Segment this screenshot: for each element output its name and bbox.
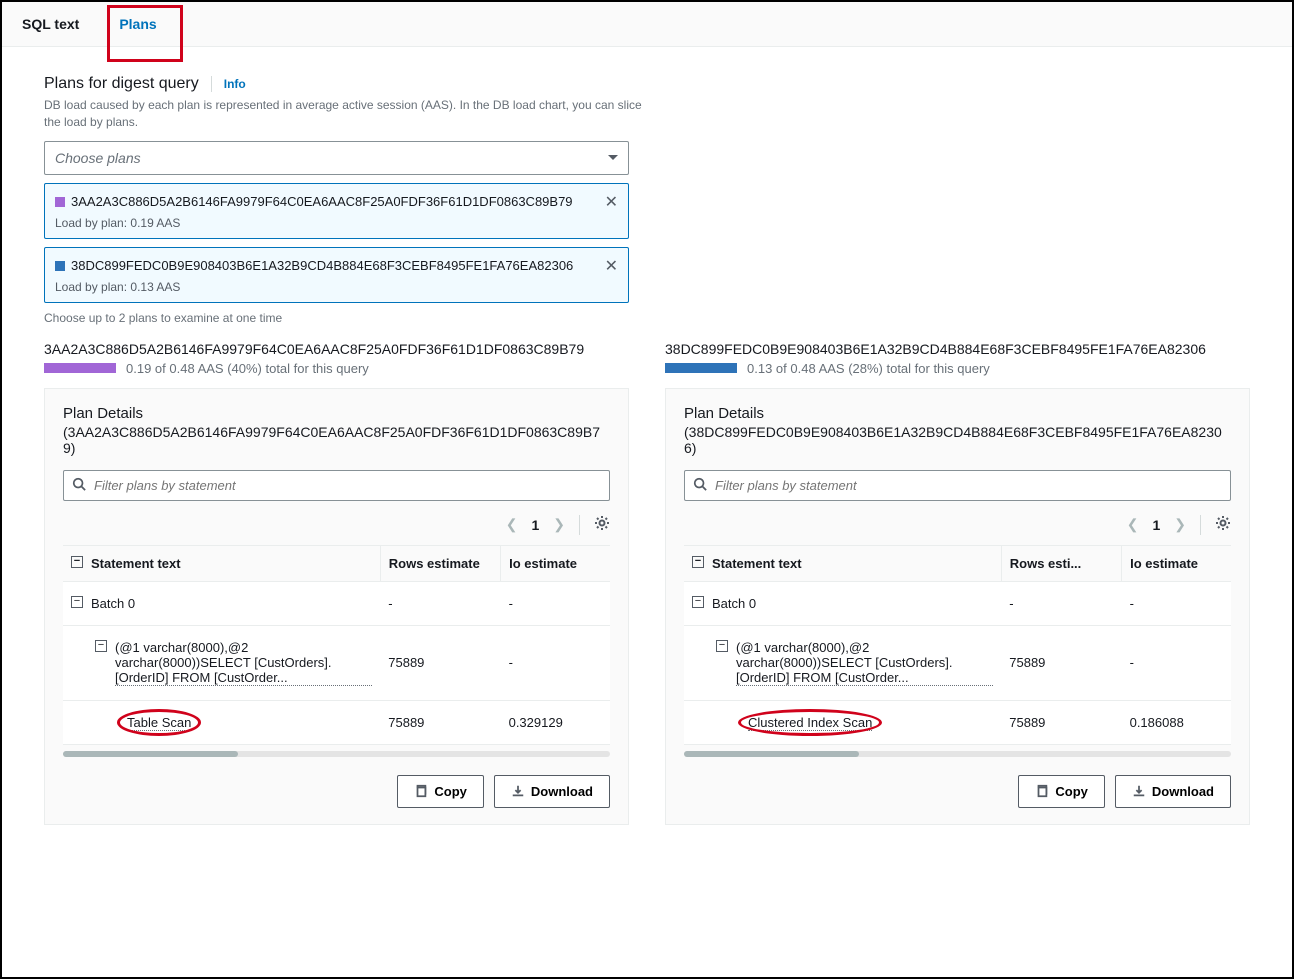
panel-subtitle: (38DC899FEDC0B9E908403B6E1A32B9CD4B884E6… [684,424,1231,456]
page-prev-icon[interactable]: ❮ [506,516,518,533]
plan-compare-column-1: 38DC899FEDC0B9E908403B6E1A32B9CD4B884E68… [665,341,1250,825]
selected-plan-chip-0: 3AA2A3C886D5A2B6146FA9979F64C0EA6AAC8F25… [44,183,629,239]
statement-text[interactable]: Table Scan [127,715,191,731]
plan-table: −Statement text Rows estimate Io estimat… [63,545,610,745]
divider [211,76,212,92]
statement-text[interactable]: (@1 varchar(8000),@2 varchar(8000))SELEC… [736,640,993,686]
plan-hash-heading: 38DC899FEDC0B9E908403B6E1A32B9CD4B884E68… [665,341,1250,357]
aas-text: 0.19 of 0.48 AAS (40%) total for this qu… [126,361,369,376]
collapse-icon[interactable]: − [716,640,728,652]
pager: ❮ 1 ❯ [684,515,1231,535]
selected-plan-chip-1: 38DC899FEDC0B9E908403B6E1A32B9CD4B884E68… [44,247,629,303]
col-rows-estimate[interactable]: Rows estimate [380,545,500,581]
horizontal-scrollbar[interactable] [684,751,1231,757]
remove-plan-icon[interactable]: ✕ [605,256,618,276]
filter-input[interactable] [715,478,1222,493]
io-estimate-value: - [1122,581,1231,625]
page-next-icon[interactable]: ❯ [1174,516,1186,533]
statement-text: Batch 0 [91,596,135,611]
caret-down-icon [608,155,618,160]
aas-text: 0.13 of 0.48 AAS (28%) total for this qu… [747,361,990,376]
page-number: 1 [1152,517,1160,533]
collapse-all-icon[interactable]: − [71,556,83,568]
rows-estimate-value: 75889 [380,700,500,744]
collapse-icon[interactable]: − [692,596,704,608]
settings-icon[interactable] [1215,515,1231,534]
table-row: −Batch 0 - - [63,581,610,625]
dropdown-placeholder: Choose plans [55,150,141,166]
page-next-icon[interactable]: ❯ [553,516,565,533]
page-number: 1 [531,517,539,533]
io-estimate-value: - [501,581,610,625]
filter-input-wrapper[interactable] [63,470,610,501]
plan-hash: 38DC899FEDC0B9E908403B6E1A32B9CD4B884E68… [71,258,599,273]
pager: ❮ 1 ❯ [63,515,610,535]
io-estimate-value: - [1122,625,1231,700]
io-estimate-value: 0.186088 [1122,700,1231,744]
copy-button[interactable]: Copy [397,775,484,808]
rows-estimate-value: - [1001,581,1121,625]
filter-input-wrapper[interactable] [684,470,1231,501]
panel-subtitle: (3AA2A3C886D5A2B6146FA9979F64C0EA6AAC8F2… [63,424,610,456]
search-icon [72,477,86,494]
tab-plans[interactable]: Plans [99,2,176,46]
info-link[interactable]: Info [224,77,246,91]
col-statement-text[interactable]: −Statement text [684,545,1001,581]
plan-details-panel: Plan Details (3AA2A3C886D5A2B6146FA9979F… [44,388,629,825]
download-button[interactable]: Download [1115,775,1231,808]
plan-color-swatch [55,261,65,271]
copy-button[interactable]: Copy [1018,775,1105,808]
collapse-all-icon[interactable]: − [692,556,704,568]
filter-input[interactable] [94,478,601,493]
section-title: Plans for digest query [44,75,199,93]
aas-bar [665,363,737,373]
plan-color-swatch [55,197,65,207]
rows-estimate-value: 75889 [380,625,500,700]
rows-estimate-value: 75889 [1001,625,1121,700]
plan-hash: 3AA2A3C886D5A2B6146FA9979F64C0EA6AAC8F25… [71,194,599,209]
col-io-estimate[interactable]: Io estimate [501,545,610,581]
plan-table: −Statement text Rows esti... Io estimate… [684,545,1231,745]
plan-details-panel: Plan Details (38DC899FEDC0B9E908403B6E1A… [665,388,1250,825]
plan-compare-column-0: 3AA2A3C886D5A2B6146FA9979F64C0EA6AAC8F25… [44,341,629,825]
io-estimate-value: - [501,625,610,700]
panel-title: Plan Details [684,405,1231,422]
plan-load-text: Load by plan: 0.19 AAS [55,216,618,230]
col-statement-text[interactable]: −Statement text [63,545,380,581]
table-row: −Batch 0 - - [684,581,1231,625]
selection-hint: Choose up to 2 plans to examine at one t… [44,311,1250,325]
panel-title: Plan Details [63,405,610,422]
table-row: −(@1 varchar(8000),@2 varchar(8000))SELE… [63,625,610,700]
col-rows-estimate[interactable]: Rows esti... [1001,545,1121,581]
section-description: DB load caused by each plan is represent… [44,97,654,131]
horizontal-scrollbar[interactable] [63,751,610,757]
io-estimate-value: 0.329129 [501,700,610,744]
collapse-icon[interactable]: − [71,596,83,608]
divider [1200,515,1201,535]
table-row: Clustered Index Scan 75889 0.186088 [684,700,1231,744]
choose-plans-dropdown[interactable]: Choose plans [44,141,629,175]
rows-estimate-value: - [380,581,500,625]
table-row: Table Scan 75889 0.329129 [63,700,610,744]
plan-hash-heading: 3AA2A3C886D5A2B6146FA9979F64C0EA6AAC8F25… [44,341,629,357]
aas-bar [44,363,116,373]
divider [579,515,580,535]
rows-estimate-value: 75889 [1001,700,1121,744]
col-io-estimate[interactable]: Io estimate [1122,545,1231,581]
page-prev-icon[interactable]: ❮ [1127,516,1139,533]
statement-text[interactable]: Clustered Index Scan [748,715,872,731]
plan-load-text: Load by plan: 0.13 AAS [55,280,618,294]
tab-sql-text[interactable]: SQL text [2,2,99,46]
settings-icon[interactable] [594,515,610,534]
statement-text: Batch 0 [712,596,756,611]
tab-bar: SQL text Plans [2,2,1292,47]
collapse-icon[interactable]: − [95,640,107,652]
search-icon [693,477,707,494]
table-row: −(@1 varchar(8000),@2 varchar(8000))SELE… [684,625,1231,700]
remove-plan-icon[interactable]: ✕ [605,192,618,212]
download-button[interactable]: Download [494,775,610,808]
statement-text[interactable]: (@1 varchar(8000),@2 varchar(8000))SELEC… [115,640,372,686]
